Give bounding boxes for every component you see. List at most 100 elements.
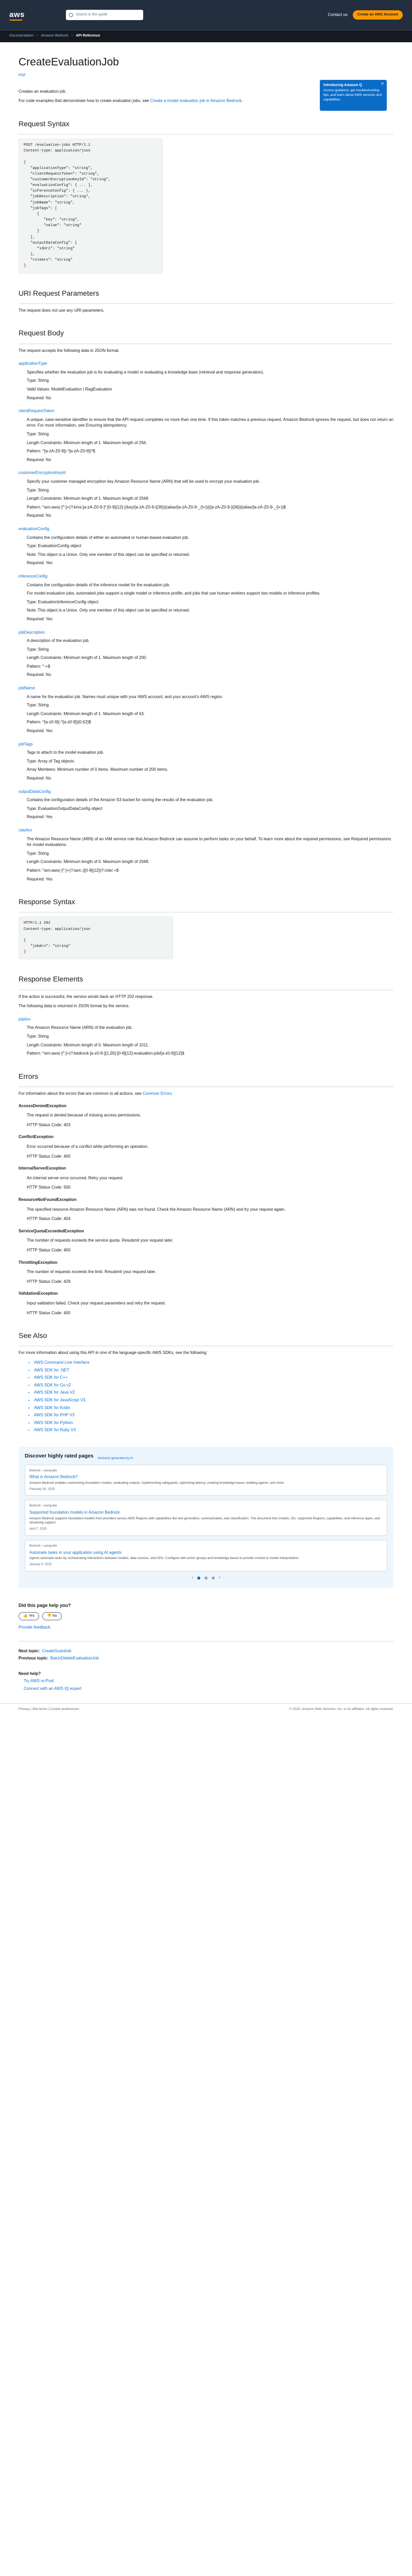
chevron-right-icon[interactable]: ›	[219, 1575, 220, 1581]
sdk-link[interactable]: AWS SDK for Ruby V3	[34, 1427, 393, 1433]
search-input[interactable]: Search in this guide	[66, 10, 143, 20]
errors-intro-suffix: .	[171, 1091, 173, 1096]
parameter-detail-line: Type: String	[27, 432, 49, 437]
response-elements-intro2: The following data is returned in JSON f…	[19, 1004, 130, 1009]
parameter-detail-line: Contains the configuration details of th…	[27, 798, 214, 803]
parameter-detail-line: Specifies whether the evaluation job is …	[27, 369, 264, 375]
card-title-link[interactable]: Automate tasks in your application using…	[29, 1550, 383, 1556]
parameter-detail-line: Pattern: ^arn:aws(-[^:]+)?:iam::([0-9]{1…	[27, 868, 119, 873]
create-account-button[interactable]: Create an AWS Account	[352, 10, 403, 20]
sdk-link[interactable]: AWS SDK for Python	[34, 1420, 393, 1426]
sdk-link[interactable]: AWS SDK for Go v2	[34, 1382, 393, 1388]
parameter-detail-line: The Amazon Resource Name (ARN) of the ev…	[27, 1025, 133, 1030]
footer-links[interactable]: Privacy | Site terms | Cookie preference…	[19, 1707, 79, 1711]
provide-feedback-link[interactable]: Provide feedback	[19, 1624, 393, 1631]
search-icon	[69, 13, 73, 17]
errors-heading: Errors	[19, 1072, 39, 1080]
close-icon[interactable]: ✕	[381, 81, 384, 87]
error-name: ConflictException	[19, 1134, 54, 1140]
iq-expert-link[interactable]: Connect with an AWS IQ expert	[24, 1686, 81, 1691]
create-model-evaluation-link[interactable]: Create a model evaluation job in Amazon …	[150, 98, 242, 103]
parameter-description: A unique, case-sensitive identifier to e…	[27, 417, 393, 463]
parameter-description: Specifies whether the evaluation job is …	[27, 369, 393, 401]
parameter-entry: clientRequestToken A unique, case-sensiti…	[19, 408, 393, 463]
parameter-name: customerEncryptionKeyId	[19, 470, 66, 476]
discover-card[interactable]: Bedrock › userguide Supported foundation …	[25, 1500, 387, 1536]
repost-link[interactable]: Try AWS re:Post	[24, 1679, 54, 1683]
errors-list: AccessDeniedException The request is deni…	[19, 1103, 393, 1316]
sdk-link[interactable]: AWS SDK for C++	[34, 1375, 393, 1381]
error-name: ValidationException	[19, 1291, 58, 1296]
parameter-detail-line: Required: Yes	[27, 815, 53, 820]
aws-logo[interactable]: aws	[9, 9, 45, 21]
sdk-link[interactable]: AWS SDK for Kotlin	[34, 1405, 393, 1411]
discover-card[interactable]: Bedrock › userguide Automate tasks in you…	[25, 1539, 387, 1571]
parameter-detail-line: Type: String	[27, 378, 49, 383]
parameter-entry: outputDataConfig Contains the configurati…	[19, 789, 393, 820]
request-body-heading: Request Body	[19, 329, 64, 337]
sdk-link[interactable]: AWS SDK for .NET	[34, 1367, 393, 1374]
parameter-detail-line: Required: No	[27, 457, 52, 462]
error-text: The request is denied because of missing…	[27, 1113, 141, 1118]
parameter-name: clientRequestToken	[19, 409, 55, 414]
sdk-link[interactable]: AWS SDK for PHP V3	[34, 1412, 393, 1418]
parameter-detail-line: Type: EvaluationConfig object	[27, 544, 81, 549]
parameter-detail-line: Required: No	[27, 395, 52, 400]
contact-us-link[interactable]: Contact us	[328, 12, 348, 18]
pdf-link[interactable]: PDF	[19, 73, 26, 78]
previous-topic-link[interactable]: BatchDeleteEvaluationJob	[50, 1656, 99, 1660]
feedback-section: Did this page help you? 👍 Yes 👎 No Provi…	[19, 1602, 393, 1631]
parameter-description: Contains the configuration details of th…	[27, 797, 393, 820]
request-parameters-list: applicationType Specifies whether the eva…	[19, 361, 393, 882]
chevron-left-icon[interactable]: ‹	[192, 1575, 193, 1581]
parameter-entry: roleArn The Amazon Resource Name (ARN) of…	[19, 827, 393, 882]
feedback-no-button[interactable]: 👎 No	[42, 1612, 62, 1620]
parameter-detail-line: Type: String	[27, 647, 49, 652]
request-body-intro: The request accepts the following data i…	[19, 348, 120, 353]
card-date: January 9, 2025	[29, 1563, 52, 1566]
breadcrumb-amazon-bedrock[interactable]: Amazon Bedrock	[41, 33, 68, 39]
pager-dot-1[interactable]	[197, 1576, 200, 1580]
previous-topic-label: Previous topic:	[19, 1656, 48, 1661]
parameter-detail-line: For model evaluation jobs, automated job…	[27, 591, 321, 596]
next-topic-link[interactable]: CreateGuardrail	[42, 1649, 71, 1653]
no-label: No	[52, 1614, 57, 1618]
parameter-detail-line: Length Constraints: Minimum length of 0.…	[27, 859, 149, 865]
breadcrumb: Documentation › Amazon Bedrock › API Ref…	[0, 30, 412, 42]
topic-navigation: Next topic: CreateGuardrail Previous topi…	[19, 1640, 393, 1662]
pager-dot-3[interactable]	[212, 1576, 215, 1580]
error-status-code: HTTP Status Code: 400	[27, 1310, 71, 1315]
sdk-link[interactable]: AWS SDK for JavaScript V3	[34, 1397, 393, 1403]
parameter-description: Tags to attach to the model evaluation j…	[27, 750, 393, 781]
card-body: Amazon Bedrock enables customizing found…	[29, 1481, 285, 1485]
error-description: Input validation failed. Check your requ…	[27, 1300, 393, 1316]
error-entry: ThrottlingException The number of request…	[19, 1260, 393, 1285]
card-title-link[interactable]: What is Amazon Bedrock?	[29, 1474, 383, 1480]
parameter-detail-line: Required: No	[27, 776, 52, 781]
error-description: The number of requests exceeds the servi…	[27, 1238, 393, 1253]
yes-label: Yes	[28, 1614, 35, 1618]
common-errors-link[interactable]: Common Errors	[143, 1091, 171, 1096]
request-syntax-code: POST /evaluation-jobs HTTP/1.1 Content-t…	[19, 139, 163, 274]
pager-dot-2[interactable]	[204, 1576, 208, 1580]
parameter-detail-line: Contains the configuration details of ei…	[27, 535, 189, 540]
sdk-link[interactable]: AWS SDK for Java V2	[34, 1389, 393, 1396]
error-status-code: HTTP Status Code: 403	[27, 1122, 71, 1127]
parameter-detail-line: Valid Values: ModelEvaluation | RagEvalu…	[27, 387, 112, 392]
card-title-link[interactable]: Supported foundation models in Amazon Be…	[29, 1510, 383, 1516]
amazon-q-promo[interactable]: ✕ Introducing Amazon Q Access guidance, …	[320, 79, 387, 111]
discover-card[interactable]: Bedrock › userguide What is Amazon Bedroc…	[25, 1464, 387, 1496]
parameter-detail-line: Note: This object is a Union. Only one m…	[27, 608, 190, 613]
feedback-yes-button[interactable]: 👍 Yes	[19, 1612, 39, 1620]
error-description: The request is denied because of missing…	[27, 1112, 393, 1128]
parameter-name: jobDescription	[19, 630, 45, 635]
breadcrumb-documentation[interactable]: Documentation	[9, 33, 33, 39]
error-text: The specified resource Amazon Resource N…	[27, 1207, 286, 1212]
parameter-description: Contains the configuration details of ei…	[27, 535, 393, 566]
promo-body: Access guidance, get troubleshooting tip…	[323, 89, 382, 101]
sdk-link[interactable]: AWS Command Line Interface	[34, 1360, 393, 1366]
main-content: CreateEvaluationJob PDF ✕ Introducing Am…	[0, 42, 412, 1692]
parameter-entry: applicationType Specifies whether the eva…	[19, 361, 393, 401]
top-navigation-bar: aws Search in this guide Contact us Crea…	[0, 0, 412, 30]
error-description: An internal server error occurred. Retry…	[27, 1175, 393, 1191]
